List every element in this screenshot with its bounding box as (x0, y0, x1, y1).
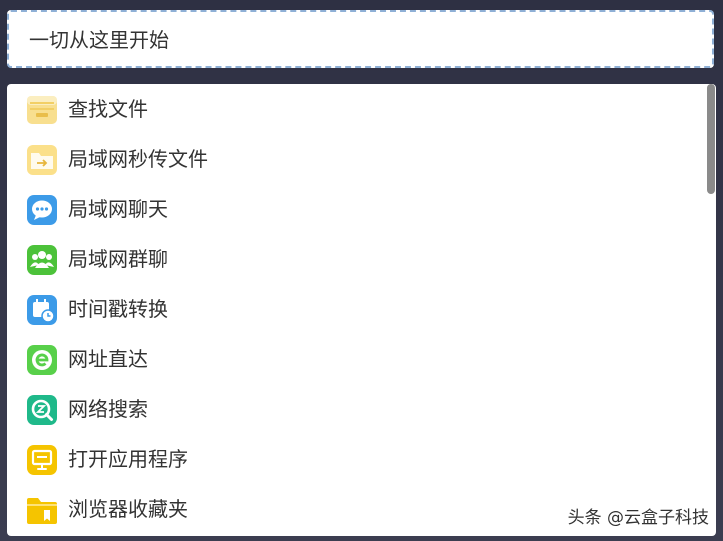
list-item-label: 局域网聊天 (68, 197, 168, 221)
list-item-label: 网址直达 (68, 347, 148, 371)
list-item-lan-group-chat[interactable]: 局域网群聊 (7, 234, 697, 284)
group-users-icon (26, 244, 58, 276)
list-item-label: 查找文件 (68, 97, 148, 121)
search-input-text: 一切从这里开始 (29, 28, 169, 52)
folder-transfer-icon (26, 144, 58, 176)
results-panel: 查找文件 局域网秒传文件 局域网聊天 局域网群聊 时间戳转换 网址直达 网络搜索… (7, 84, 716, 536)
file-cabinet-icon (26, 94, 58, 126)
chat-bubble-icon (26, 194, 58, 226)
calendar-clock-icon (26, 294, 58, 326)
search-globe-icon (26, 394, 58, 426)
browser-e-icon (26, 344, 58, 376)
list-item-lan-chat[interactable]: 局域网聊天 (7, 184, 697, 234)
scrollbar-thumb[interactable] (707, 84, 715, 194)
list-item-timestamp[interactable]: 时间戳转换 (7, 284, 697, 334)
list-item-web-search[interactable]: 网络搜索 (7, 384, 697, 434)
list-item-open-application[interactable]: 打开应用程序 (7, 434, 697, 484)
application-monitor-icon (26, 444, 58, 476)
list-item-label: 网络搜索 (68, 397, 148, 421)
list-item-find-file[interactable]: 查找文件 (7, 84, 697, 134)
list-item-label: 局域网秒传文件 (68, 147, 208, 171)
list-item-url-direct[interactable]: 网址直达 (7, 334, 697, 384)
list-item-label: 时间戳转换 (68, 297, 168, 321)
watermark-text: 头条 @云盒子科技 (567, 508, 709, 528)
list-item-label: 浏览器收藏夹 (68, 497, 188, 521)
list-item-lan-transfer[interactable]: 局域网秒传文件 (7, 134, 697, 184)
list-item-label: 局域网群聊 (68, 247, 168, 271)
bookmark-folder-icon (26, 494, 58, 526)
list-item-label: 打开应用程序 (68, 447, 188, 471)
search-box[interactable]: 一切从这里开始 (7, 10, 714, 68)
